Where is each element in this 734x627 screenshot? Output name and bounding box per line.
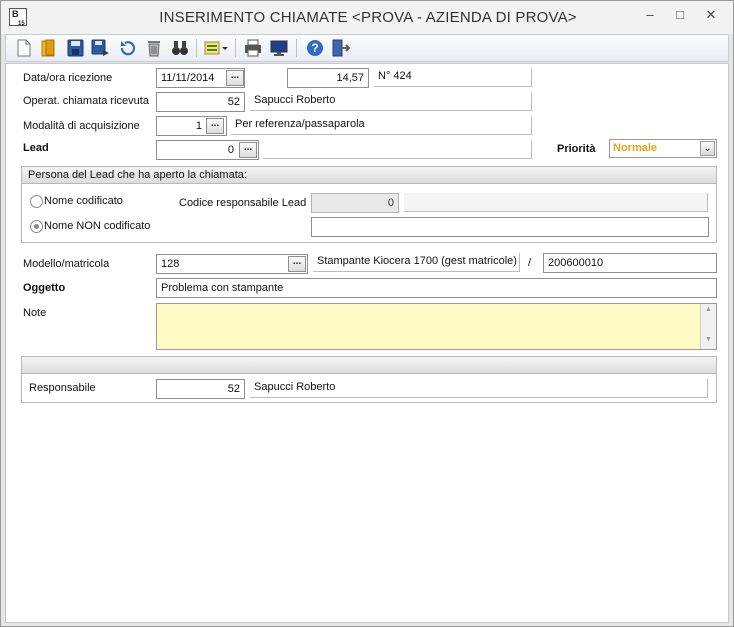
scroll-up-icon[interactable]: ▲ <box>703 306 714 317</box>
responsabile-group: Responsabile 52 Sapucci Roberto <box>21 356 717 403</box>
modalita-description-display: Per referenza/passaparola <box>231 116 532 135</box>
time-field[interactable]: 14,57 <box>287 68 369 88</box>
list-menu-icon[interactable] <box>202 38 230 58</box>
modalita-label: Modalità di acquisizione <box>23 120 140 132</box>
oggetto-field[interactable]: Problema con stampante <box>156 278 717 298</box>
toolbar-separator <box>196 39 197 57</box>
operator-code-field[interactable]: 52 <box>156 92 245 112</box>
note-textarea[interactable]: ▲ ▼ <box>156 303 717 350</box>
scroll-down-icon[interactable]: ▼ <box>703 336 714 347</box>
toolbar-separator <box>235 39 236 57</box>
priority-value: Normale <box>613 142 658 154</box>
lead-person-group-title: Persona del Lead che ha aperto la chiama… <box>22 167 716 184</box>
title-bar[interactable]: B 15 INSERIMENTO CHIAMATE <PROVA - AZIEND… <box>1 1 733 34</box>
save-icon[interactable] <box>64 38 86 58</box>
call-entry-form: Data/ora ricezione 11/11/2014 ... 14,57 … <box>5 63 729 623</box>
undo-icon[interactable] <box>116 38 138 58</box>
save-as-icon[interactable] <box>89 38 111 58</box>
oggetto-label: Oggetto <box>23 282 66 294</box>
data-ora-label: Data/ora ricezione <box>23 72 113 84</box>
lead-label: Lead <box>23 142 49 154</box>
modello-lookup-button[interactable]: ... <box>288 256 306 272</box>
responsabile-code-field[interactable]: 52 <box>156 379 245 399</box>
svg-text:?: ? <box>311 41 318 55</box>
modalita-lookup-button[interactable]: ... <box>206 118 224 134</box>
nome-non-codificato-field[interactable] <box>311 217 709 237</box>
modello-description-display: Stampante Kiocera 1700 (gest matricole) <box>313 253 520 272</box>
close-button[interactable]: ✕ <box>698 8 724 24</box>
open-folder-icon[interactable] <box>38 38 60 58</box>
responsabile-label: Responsabile <box>29 382 96 394</box>
lead-person-group: Persona del Lead che ha aperto la chiama… <box>21 166 717 243</box>
modello-code-field[interactable]: 128 <box>156 254 308 274</box>
responsabile-name-display: Sapucci Roberto <box>250 379 708 398</box>
lead-lookup-button[interactable]: ... <box>239 142 257 158</box>
radio-nome-non-codificato-label[interactable]: Nome NON codificato <box>44 220 150 232</box>
radio-nome-codificato[interactable] <box>30 195 43 208</box>
radio-nome-non-codificato[interactable] <box>30 220 43 233</box>
call-number-display: N° 424 <box>374 68 532 87</box>
toolbar-separator <box>296 39 297 57</box>
app-window: B 15 INSERIMENTO CHIAMATE <PROVA - AZIEND… <box>0 0 734 627</box>
chevron-down-icon[interactable]: ⌄ <box>700 141 715 156</box>
note-scrollbar[interactable]: ▲ ▼ <box>700 304 716 349</box>
maximize-button[interactable]: □ <box>667 8 693 24</box>
radio-nome-codificato-label[interactable]: Nome codificato <box>44 195 123 207</box>
codice-responsabile-description <box>404 193 708 212</box>
window-title: INSERIMENTO CHIAMATE <PROVA - AZIENDA DI… <box>159 9 577 26</box>
print-icon[interactable] <box>242 38 264 58</box>
matricola-field[interactable]: 200600010 <box>543 253 717 273</box>
priorita-label: Priorità <box>557 143 596 155</box>
lead-description-display <box>263 140 532 159</box>
minimize-button[interactable]: – <box>637 8 663 24</box>
matricola-separator: / <box>528 257 532 269</box>
priority-select[interactable]: Normale ⌄ <box>609 139 717 158</box>
codice-responsabile-label: Codice responsabile Lead <box>179 197 307 209</box>
operatore-label: Operat. chiamata ricevuta <box>23 95 149 107</box>
responsabile-group-title <box>22 357 716 374</box>
new-document-icon[interactable] <box>12 38 34 58</box>
preview-monitor-icon[interactable] <box>268 38 290 58</box>
exit-door-icon[interactable] <box>329 38 351 58</box>
toolbar: ? <box>5 34 729 62</box>
codice-responsabile-field[interactable]: 0 <box>311 193 399 213</box>
help-icon[interactable]: ? <box>304 38 326 58</box>
delete-icon[interactable] <box>143 38 165 58</box>
operator-name-display: Sapucci Roberto <box>250 92 532 111</box>
modello-label: Modello/matricola <box>23 258 110 270</box>
search-binoculars-icon[interactable] <box>169 38 191 58</box>
date-picker-button[interactable]: ... <box>226 70 244 86</box>
note-label: Note <box>23 307 47 319</box>
